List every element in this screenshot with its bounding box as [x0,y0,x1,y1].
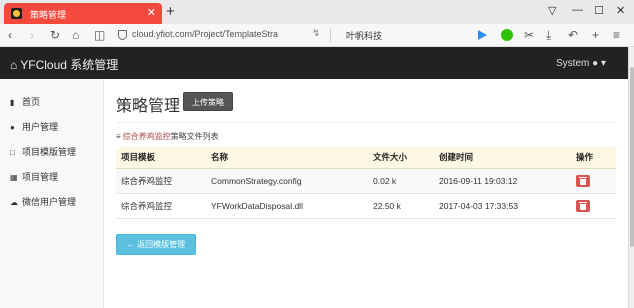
strategy-table: 项目模板 名称 文件大小 创建时间 操作 综合养鸡监控 CommonStrate… [116,147,616,219]
template-cell: 综合养鸡监控 [116,193,206,219]
sidebar-item-label: 首页 [22,97,41,107]
file-icon: □ [10,148,15,157]
new-tab-button[interactable]: + [166,3,175,20]
size-cell: 0.02 k [368,168,434,194]
home-icon[interactable]: ⌂ [72,28,79,42]
table-caption: ≡ 综合养鸡监控策略文件列表 [116,131,219,142]
sidebar-item-label: 微信用户管理 [22,197,77,207]
size-cell: 22.50 k [368,193,434,219]
sidebar-item-label: 项目模版管理 [22,147,77,157]
shield-icon [118,30,127,40]
user-menu[interactable]: System ● ▾ [556,58,606,69]
play-icon[interactable] [478,30,487,40]
column-header: 文件大小 [368,147,434,169]
sidebar-item-home[interactable]: ▮ 首页 [10,95,40,108]
sidebar-item-projects[interactable]: ▦ 项目管理 [10,170,58,183]
browser-tab[interactable]: 策略管理 ✕ [4,3,162,24]
browser-tab-bar: 策略管理 ✕ + ▽ — ☐ ✕ [0,0,634,24]
user-name: System [556,58,590,69]
browser-toolbar: ‹ › ↻ ⌂ ◫ cloud.yfiot.com/Project/Templa… [0,24,634,47]
scroll-thumb[interactable] [630,67,634,247]
scissors-icon[interactable]: ✂ [524,28,534,42]
brand-title: YFCloud 系统管理 [20,58,119,72]
sidebar-item-label: 项目管理 [22,172,59,182]
name-cell: CommonStrategy.config [206,168,368,194]
bar-chart-icon: ▮ [10,98,15,107]
back-to-templates-button[interactable]: ← 返回模版管理 [116,234,196,255]
app-header: ⌂ YFCloud 系统管理 System ● ▾ [0,47,634,79]
scrollbar[interactable] [628,47,634,308]
grid-icon: ▦ [10,173,18,182]
table-row: 综合养鸡监控 CommonStrategy.config 0.02 k 2016… [116,168,616,194]
close-tab-icon[interactable]: ✕ [147,6,156,19]
undo-icon[interactable]: ↶ [568,28,578,42]
lightning-icon[interactable]: ↯ [312,28,320,39]
user-icon: ● [592,58,599,69]
trash-icon[interactable] [576,174,590,187]
upload-strategy-button[interactable]: 上传策略 [183,92,233,111]
sidebar-item-label: 用户管理 [22,122,59,132]
wechat-icon[interactable] [501,29,513,41]
list-icon: ≡ [116,132,121,141]
template-cell: 综合养鸡监控 [116,168,206,194]
action-cell [571,168,616,194]
column-header: 项目模板 [116,147,206,169]
favicon-icon [11,8,22,19]
column-header: 名称 [206,147,368,169]
name-cell: YFWorkDataDisposal.dll [206,193,368,219]
brand[interactable]: ⌂ YFCloud 系统管理 [10,56,118,73]
created-cell: 2016-09-11 19:03:12 [434,168,571,194]
created-cell: 2017-04-03 17:33:53 [434,193,571,219]
trash-icon[interactable] [576,199,590,212]
reading-icon[interactable]: ◫ [94,28,105,42]
action-cell [571,193,616,219]
sidebar: ▮ 首页 ● 用户管理 □ 项目模版管理 ▦ 项目管理 ☁ 微信用户管理 [0,79,104,308]
column-header: 操作 [571,147,616,169]
sidebar-item-users[interactable]: ● 用户管理 [10,120,58,133]
reload-icon[interactable]: ↻ [50,28,60,42]
plus-icon[interactable]: + [592,28,599,42]
template-link[interactable]: 综合养鸡监控 [123,132,171,141]
sidebar-item-wechat-users[interactable]: ☁ 微信用户管理 [10,195,76,208]
back-button-label: 返回模版管理 [137,240,186,249]
cloud-icon: ☁ [10,198,18,207]
download-icon[interactable]: ⤓ [546,28,551,42]
sidebar-item-templates[interactable]: □ 项目模版管理 [10,145,76,158]
search-box[interactable]: 叶帆科技 [346,29,382,42]
forward-arrow-icon[interactable]: › [30,28,34,42]
minimize-button[interactable]: — [572,4,583,16]
back-arrow-icon[interactable]: ‹ [8,28,12,42]
column-header: 创建时间 [434,147,571,169]
maximize-button[interactable]: ☐ [594,4,604,17]
divider [116,122,616,123]
close-window-button[interactable]: ✕ [616,4,625,17]
home-icon: ⌂ [10,58,18,72]
tab-list-icon[interactable]: ▽ [548,4,556,17]
arrow-left-icon: ← [126,240,135,249]
table-row: 综合养鸡监控 YFWorkDataDisposal.dll 22.50 k 20… [116,193,616,219]
user-icon: ● [10,123,15,132]
divider [330,29,331,42]
tab-title: 策略管理 [30,10,67,20]
caption-text: 策略文件列表 [170,132,219,141]
table-header-row: 项目模板 名称 文件大小 创建时间 操作 [116,147,616,169]
page-title: 策略管理 [116,98,181,115]
address-bar[interactable]: cloud.yfiot.com/Project/TemplateStra [132,29,278,39]
main-content: 策略管理 上传策略 ≡ 综合养鸡监控策略文件列表 项目模板 名称 文件大小 创建时… [104,79,628,308]
caret-down-icon: ▾ [600,58,606,69]
menu-icon[interactable]: ≡ [613,28,620,42]
